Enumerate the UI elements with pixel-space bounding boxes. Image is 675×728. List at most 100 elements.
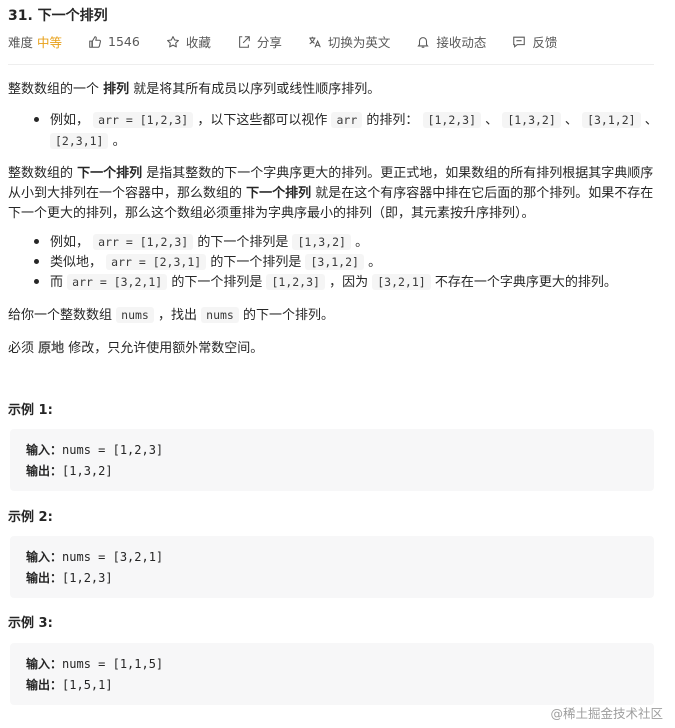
- bullet-dot: [34, 279, 39, 284]
- output-value: [1,2,3]: [62, 571, 113, 585]
- difficulty-label: 难度: [8, 35, 34, 50]
- text: 的下一个排列是: [171, 275, 263, 290]
- inline-code: arr = [2,3,1]: [106, 254, 207, 270]
- bell-icon: [416, 35, 430, 49]
- inline-code: nums: [201, 307, 239, 323]
- input-label: 输入：: [26, 550, 63, 564]
- input-value: nums = [1,2,3]: [62, 443, 164, 457]
- text: 是指其整数的下一个字典序更大的排列。更正式地，如果数组的所有排列根据其字典顺序: [142, 166, 654, 181]
- text: 整数数组的: [8, 166, 78, 181]
- text: 整数数组的一个: [8, 82, 104, 97]
- desc-next-example-2: 类似地， arr = [2,3,1] 的下一个排列是 [3,1,2] 。: [50, 251, 381, 270]
- favorite-label: 收藏: [185, 35, 211, 50]
- switch-english-button[interactable]: 切换为英文: [308, 32, 391, 51]
- share-label: 分享: [256, 35, 282, 50]
- translate-icon: [308, 35, 322, 49]
- example-2-box: 输入：nums = [3,2,1] 输出：[1,2,3]: [10, 536, 654, 598]
- text: 从小到大排列在一个容器中，那么数组的: [8, 186, 247, 201]
- text: 的下一个排列是: [210, 255, 302, 270]
- share-icon: [237, 35, 251, 49]
- text: ，以下这些都可以视作: [197, 113, 328, 128]
- example-input: 输入：nums = [1,1,5]: [26, 655, 163, 672]
- example-input: 输入：nums = [1,2,3]: [26, 441, 163, 458]
- example-input: 输入：nums = [3,2,1]: [26, 548, 163, 565]
- inline-code: [3,2,1]: [372, 274, 431, 290]
- bold-term: 下一个排列: [77, 166, 143, 181]
- output-value: [1,3,2]: [62, 464, 113, 478]
- text: 就是在这个有序容器中排在它后面的那个排列。如果不存在: [311, 186, 654, 201]
- bold-term: 排列: [103, 82, 130, 97]
- inline-code: [2,3,1]: [50, 133, 109, 149]
- bold-term: 原地: [38, 341, 65, 356]
- output-label: 输出：: [26, 678, 63, 692]
- feedback-button[interactable]: 反馈: [512, 32, 557, 51]
- example-1-title: 示例 1:: [8, 403, 53, 418]
- desc-next-example-1: 例如， arr = [1,2,3] 的下一个排列是 [1,3,2] 。: [50, 231, 368, 250]
- text: 、: [564, 113, 578, 128]
- header-divider: [8, 64, 654, 65]
- inline-code: nums: [116, 307, 154, 323]
- desc-example-line-1: 例如， arr = [1,2,3] ，以下这些都可以视作 arr 的排列： [1…: [50, 109, 658, 128]
- text: ，找出: [158, 308, 198, 323]
- output-label: 输出：: [26, 571, 63, 585]
- input-value: nums = [3,2,1]: [62, 550, 164, 564]
- example-3-title: 示例 3:: [8, 616, 53, 631]
- desc-example-line-1b: [2,3,1] 。: [50, 130, 126, 149]
- text: 例如，: [50, 235, 90, 250]
- text: 、: [485, 113, 499, 128]
- bullet-dot: [34, 239, 39, 244]
- inline-code: [1,3,2]: [292, 234, 351, 250]
- input-value: nums = [1,1,5]: [62, 657, 164, 671]
- text: 类似地，: [50, 255, 103, 270]
- inline-code: [1,3,2]: [502, 112, 561, 128]
- input-label: 输入：: [26, 443, 63, 457]
- favorite-button[interactable]: 收藏: [166, 32, 211, 51]
- desc-next-example-3: 而 arr = [3,2,1] 的下一个排列是 [1,2,3] ，因为 [3,2…: [50, 271, 617, 290]
- desc-paragraph-1: 整数数组的一个 排列 就是将其所有成员以序列或线性顺序排列。: [8, 78, 380, 97]
- like-count: 1546: [108, 34, 140, 49]
- text: 、: [644, 113, 658, 128]
- inline-code: [1,2,3]: [266, 274, 325, 290]
- text: 的排列：: [366, 113, 419, 128]
- desc-paragraph-2-line-2: 从小到大排列在一个容器中，那么数组的 下一个排列 就是在这个有序容器中排在它后面…: [8, 182, 653, 201]
- difficulty: 难度 中等: [8, 32, 62, 51]
- text: 例如，: [50, 113, 90, 128]
- text: 而: [50, 275, 64, 290]
- watermark: @稀土掘金技术社区: [550, 706, 663, 721]
- desc-paragraph-3: 给你一个整数数组 nums ，找出 nums 的下一个排列。: [8, 304, 334, 323]
- bullet-dot: [34, 117, 39, 122]
- problem-title: 31. 下一个排列: [8, 8, 108, 24]
- text: 。: [368, 255, 382, 270]
- output-value: [1,5,1]: [62, 678, 113, 692]
- text: 不存在一个字典序更大的排列。: [434, 275, 617, 290]
- inline-code: arr = [3,2,1]: [67, 274, 168, 290]
- text: 必须: [8, 341, 39, 356]
- share-button[interactable]: 分享: [237, 32, 282, 51]
- subscribe-label: 接收动态: [436, 35, 487, 50]
- switch-english-label: 切换为英文: [327, 35, 391, 50]
- bullet-dot: [34, 259, 39, 264]
- desc-paragraph-4: 必须 原地 修改，只允许使用额外常数空间。: [8, 337, 263, 356]
- example-output: 输出：[1,2,3]: [26, 569, 113, 586]
- inline-code: [3,1,2]: [305, 254, 364, 270]
- example-2-title: 示例 2:: [8, 510, 53, 525]
- star-icon: [166, 35, 180, 49]
- input-label: 输入：: [26, 657, 63, 671]
- text: 的下一个排列。: [243, 308, 335, 323]
- inline-code: arr = [1,2,3]: [93, 234, 194, 250]
- difficulty-value: 中等: [37, 35, 63, 50]
- inline-code: arr: [331, 112, 363, 128]
- text: 。: [112, 134, 126, 149]
- text: 。: [355, 235, 369, 250]
- inline-code: arr = [1,2,3]: [93, 112, 194, 128]
- output-label: 输出：: [26, 464, 63, 478]
- desc-paragraph-2-line-1: 整数数组的 下一个排列 是指其整数的下一个字典序更大的排列。更正式地，如果数组的…: [8, 162, 653, 181]
- example-3-box: 输入：nums = [1,1,5] 输出：[1,5,1]: [10, 643, 654, 705]
- text: ，因为: [329, 275, 369, 290]
- feedback-icon: [512, 35, 526, 49]
- like-button[interactable]: 1546: [88, 34, 140, 49]
- inline-code: [3,1,2]: [582, 112, 641, 128]
- thumbs-up-icon: [88, 35, 102, 49]
- text: 就是将其所有成员以序列或线性顺序排列。: [129, 82, 381, 97]
- subscribe-button[interactable]: 接收动态: [416, 32, 486, 51]
